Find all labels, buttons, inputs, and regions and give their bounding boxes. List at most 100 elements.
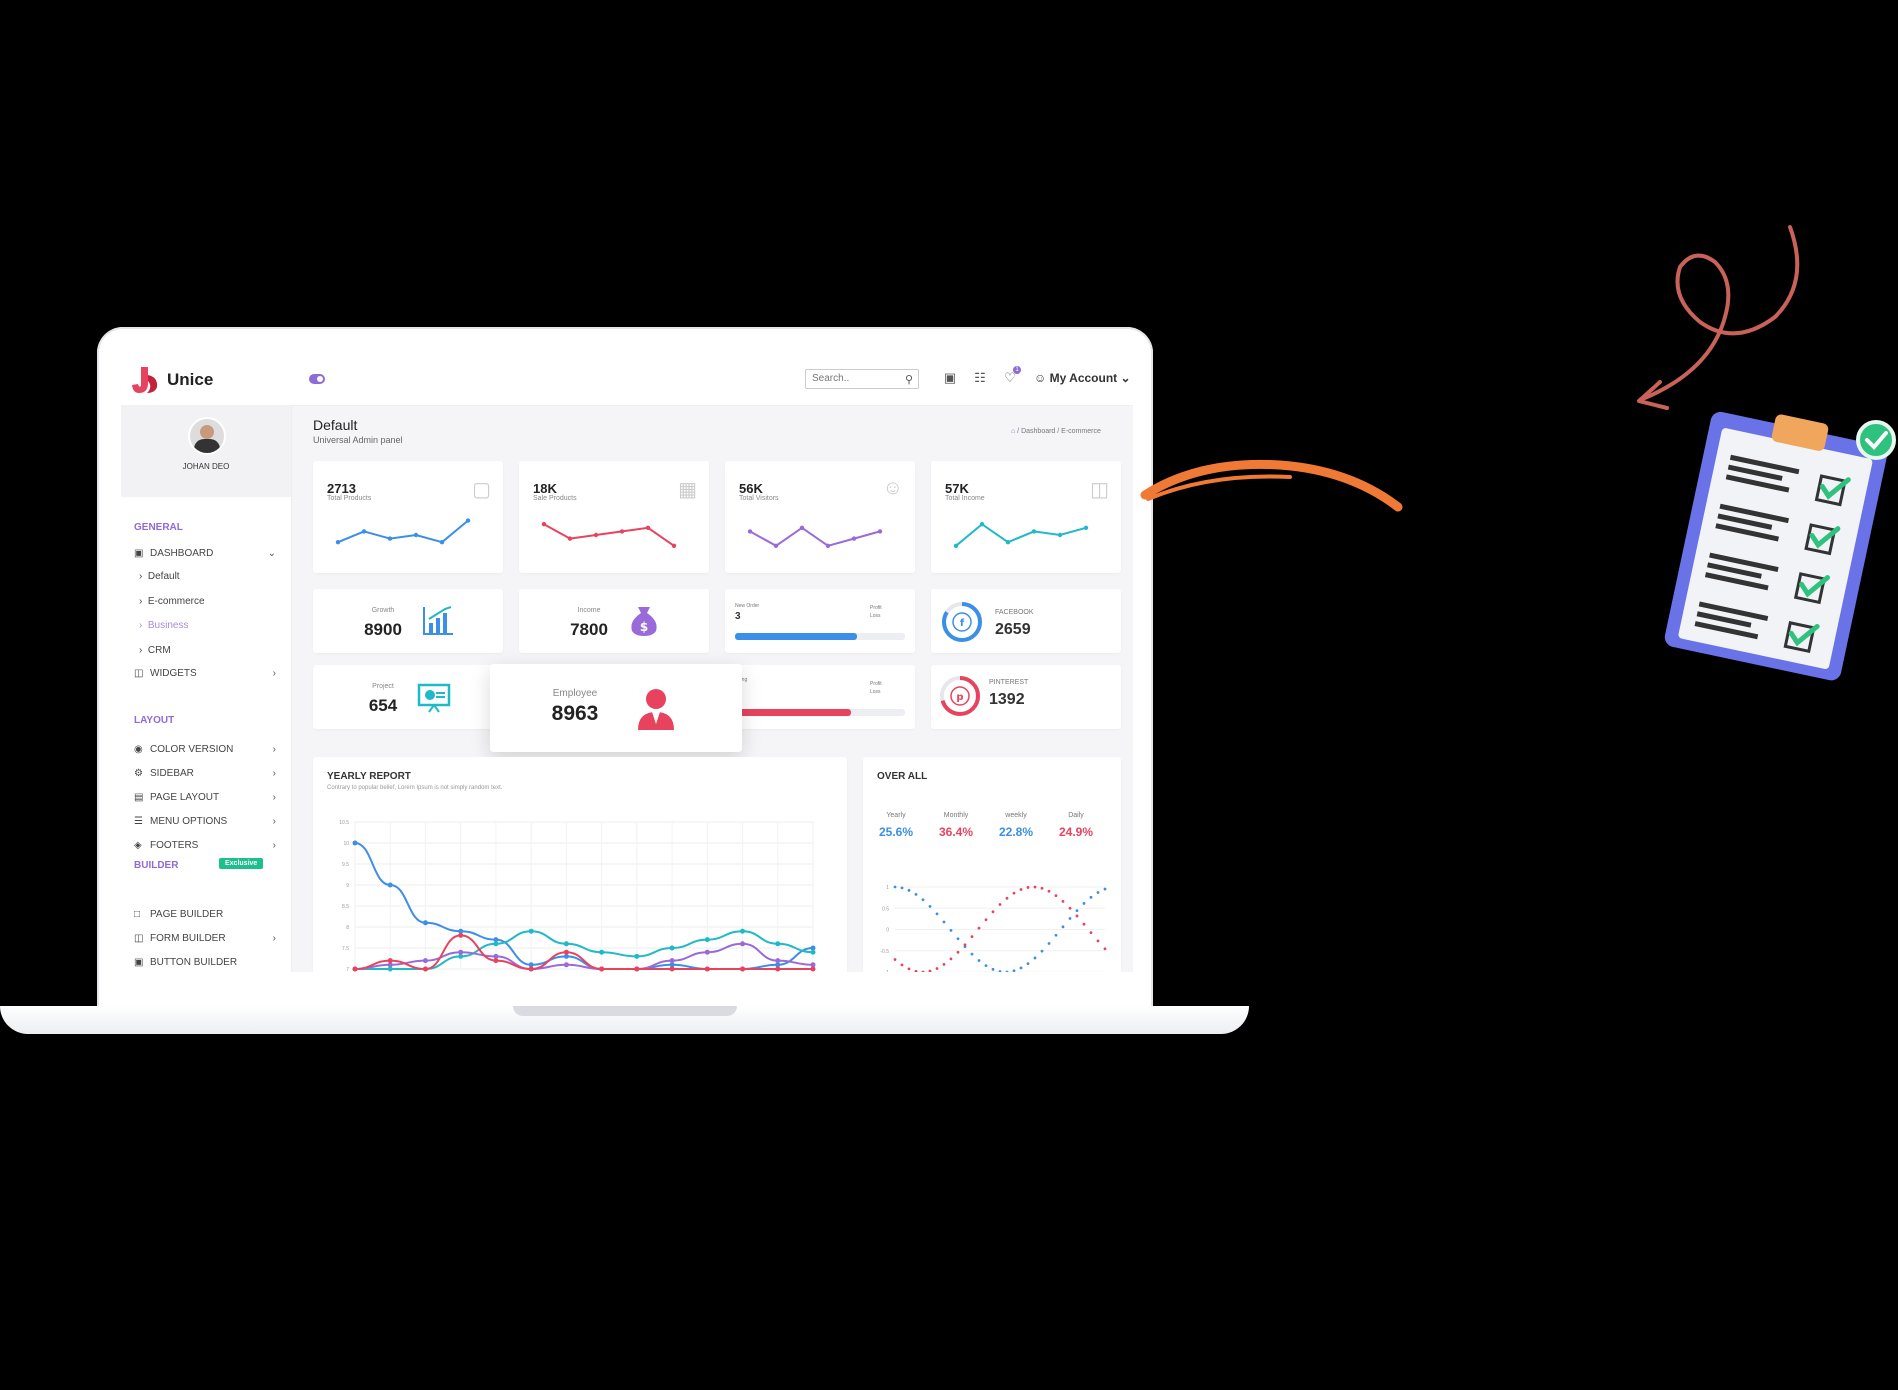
data-point [528,966,534,972]
pinterest-ring: p [940,676,980,716]
data-point [1096,939,1100,943]
data-point [1075,914,1079,918]
chevron-right-icon: › [272,840,276,851]
pending-progress [735,709,905,716]
account-menu[interactable]: ☺ My Account ⌄ [1034,371,1131,385]
user-icon: ☺ [1034,371,1047,385]
menu-icon: ☰ [134,816,143,827]
sidebar-item-color-version[interactable]: ◉ COLOR VERSION › [134,744,276,755]
data-point [1054,933,1058,937]
sparkline-point [413,532,419,538]
data-point [1040,886,1044,890]
sparkline-point [825,543,831,548]
calendar-icon[interactable]: ▣ [943,371,957,385]
sparkline-line [749,526,881,547]
database-icon: ◫ [1090,479,1109,501]
growth-value: 8900 [364,620,402,639]
sidebar-item-widgets[interactable]: ◫ WIDGETS › [134,668,276,679]
logo[interactable]: Unice [131,365,213,395]
loss-label: Loss [870,689,881,695]
sidebar-item-menu-options[interactable]: ☰ MENU OPTIONS › [134,816,276,827]
stat-card-products: 2713 Total Products ▢ [313,461,503,573]
sidebar-item-button-builder[interactable]: ▣ BUTTON BUILDER [134,957,276,968]
top-header: Unice Search.. ⚲ ▣ ☷ ♡ 1 ☺ My Account ⌄ [121,355,1133,406]
growth-chart-icon [423,606,453,635]
sidebar-item-dashboard[interactable]: ▣ DASHBOARD ⌄ [134,548,276,559]
data-point [935,967,939,970]
sparkline-point [1005,540,1011,545]
chevron-down-icon: ⌄ [267,548,276,559]
sidebar-item-footers[interactable]: ◈ FOOTERS › [134,840,276,851]
sparkline-point [465,518,471,523]
search-placeholder: Search.. [812,373,850,384]
sidebar-sub-default[interactable]: › Default [139,571,180,582]
sidebar-toggle-icon[interactable] [309,374,325,384]
data-point [599,966,605,972]
sidebar-sub-ecommerce[interactable]: › E-commerce [139,596,205,607]
data-point [928,904,932,908]
breadcrumb-current: E-commerce [1061,428,1101,435]
employee-card: Employee 8963 [490,664,742,752]
data-point [893,958,897,961]
translate-icon[interactable]: ☷ [973,371,987,385]
data-point [563,949,569,955]
sparkline-point [1083,525,1089,530]
chevron-right-icon: › [272,816,276,827]
overall-stat-value: 25.6% [878,825,914,839]
data-point [599,949,605,955]
sidebar-item-page-builder[interactable]: □ PAGE BUILDER [134,909,276,920]
data-point [956,950,960,954]
sparkline-line [543,523,675,547]
avatar[interactable] [188,417,226,455]
overall-stat-label: weekly [1005,812,1027,819]
sidebar-sub-business[interactable]: › Business [139,620,188,631]
sparkline-point [877,529,883,534]
sparkline-point [1057,532,1063,538]
data-point [669,958,675,964]
y-tick-label: 9.5 [342,862,349,868]
search-input[interactable]: Search.. ⚲ [805,369,919,389]
pending-card: nding 0 Profit Loss [725,665,915,729]
home-icon[interactable]: ⌂ [1011,428,1015,435]
profit-label: Profit [870,605,882,611]
data-point [669,945,675,951]
y-tick-label: -1 [885,970,890,972]
data-point [775,966,781,972]
sidebar-item-sidebar[interactable]: ⚙ SIDEBAR › [134,768,276,779]
pending-progress-fill [735,709,851,716]
income-label: Income [577,607,601,614]
logo-icon [132,367,158,393]
data-point [900,886,904,890]
data-point [1082,902,1086,905]
sparkline-point [799,525,805,530]
page-title: Default [313,417,358,433]
data-point [458,932,464,938]
sidebar-sub-crm[interactable]: › CRM [139,645,171,656]
sparkline-point [439,540,445,545]
data-point [977,926,981,930]
overall-card: OVER ALL Yearly 25.6% Monthly 36.4% weekly 22… [863,757,1121,972]
y-tick-label: 0.5 [882,906,889,912]
search-icon[interactable]: ⚲ [905,373,913,386]
data-point [634,953,640,959]
data-point [1026,962,1030,966]
data-point [740,941,746,947]
data-point [1026,886,1030,889]
employee-value: 8963 [551,702,599,725]
sparkline-point [953,543,959,548]
employee-label: Employee [552,688,598,699]
sidebar-item-form-builder[interactable]: ◫ FORM BUILDER › [134,933,276,944]
data-point [1096,891,1100,894]
data-point [893,885,897,889]
y-tick-label: 1 [886,885,889,891]
breadcrumb-dashboard[interactable]: Dashboard [1021,428,1055,435]
stat-card-visitors: 56K Total Visitors ☺ [725,461,915,573]
overall-line-chart: 1 0.5 0 -0.5 -1 [880,885,1107,972]
data-point [1012,891,1016,895]
data-point [1012,969,1016,972]
sidebar-item-page-layout[interactable]: ▤ PAGE LAYOUT › [134,792,276,803]
series-line [354,934,813,971]
data-point [1061,899,1065,903]
data-point [949,957,953,961]
cube-icon: ▢ [472,479,491,501]
